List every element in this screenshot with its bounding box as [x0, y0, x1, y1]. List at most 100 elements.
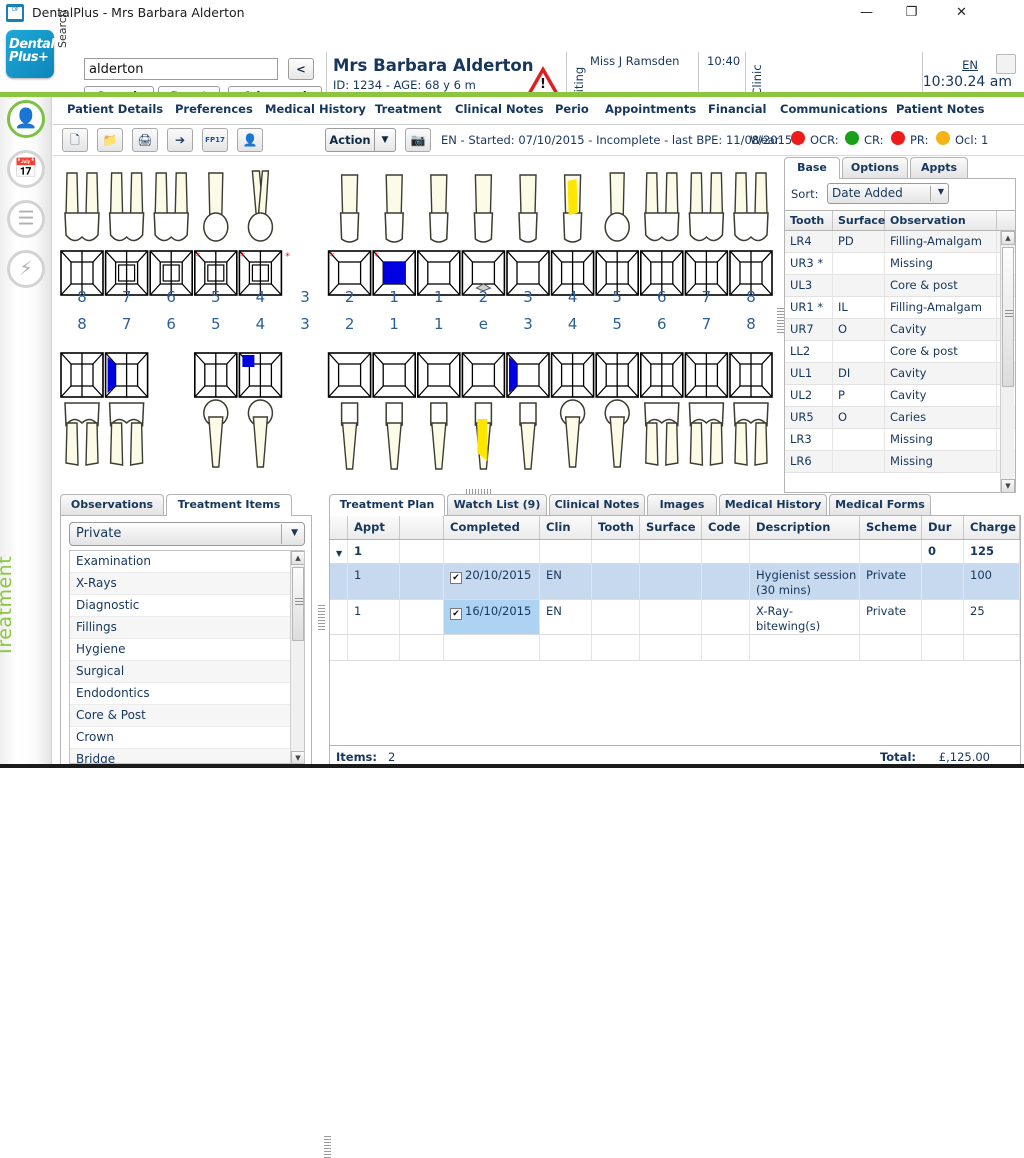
observation-row[interactable]: UR3 *Missing	[785, 253, 1015, 275]
observation-row[interactable]: LL2Core & post	[785, 341, 1015, 363]
treatment-items-list[interactable]: ExaminationX-RaysDiagnosticFillingsHygie…	[69, 550, 305, 764]
tab-medical-forms[interactable]: Medical Forms	[829, 494, 931, 516]
scroll-down-icon[interactable]: ▼	[1001, 479, 1015, 493]
lower-surface-box-2-6[interactable]	[329, 353, 371, 397]
treatment-item[interactable]: Endodontics	[70, 683, 304, 705]
nav-tab-communications[interactable]: Communications	[780, 102, 888, 116]
treatment-item[interactable]: Diagnostic	[70, 595, 304, 617]
upper-tooth-6-13[interactable]	[645, 173, 679, 241]
previous-patient-button[interactable]: <	[288, 58, 314, 80]
observation-row[interactable]: UR1 *ILFilling-Amalgam	[785, 297, 1015, 319]
rail-item-records[interactable]: ☰	[7, 200, 45, 238]
lower-tooth-4-11[interactable]	[561, 400, 585, 467]
lower-surface-box-1-7[interactable]	[373, 353, 415, 397]
vertical-splitter[interactable]	[318, 604, 325, 630]
observations-scrollbar[interactable]: ▲ ▼	[1000, 231, 1014, 493]
treatment-item[interactable]: Core & Post	[70, 705, 304, 727]
treatment-plan-scroll-grip[interactable]	[324, 1134, 331, 1158]
upper-tooth-6-2[interactable]	[154, 173, 188, 241]
lower-surface-box-8-15[interactable]	[730, 353, 772, 397]
upper-tooth-8-15[interactable]	[734, 173, 768, 241]
cell-completed[interactable]: ✔16/10/2015	[444, 600, 540, 634]
nav-tab-appointments[interactable]: Appointments	[605, 102, 696, 116]
open-folder-button[interactable]: 📁	[97, 128, 123, 152]
upper-tooth-4-11[interactable]	[564, 175, 582, 242]
upper-tooth-8-0[interactable]	[65, 173, 99, 241]
observation-row[interactable]: LR3Missing	[785, 429, 1015, 451]
tab-observations[interactable]: Observations	[60, 494, 164, 516]
treatment-item[interactable]: Hygiene	[70, 639, 304, 661]
rail-item-quick-actions[interactable]: ⚡	[7, 250, 45, 288]
observation-row[interactable]: UR7OCavity	[785, 319, 1015, 341]
language-indicator[interactable]: EN	[962, 58, 978, 72]
lower-tooth-6-13[interactable]	[645, 403, 679, 465]
lower-surface-box-5-3[interactable]	[195, 353, 237, 397]
lower-surface-box-7-1[interactable]	[106, 353, 148, 397]
tab-base[interactable]: Base	[784, 157, 840, 179]
upper-tooth-5-12[interactable]	[605, 173, 629, 241]
treatment-item[interactable]: Fillings	[70, 617, 304, 639]
tab-watch-list[interactable]: Watch List (9)	[447, 494, 547, 516]
observation-row[interactable]: UR5OCaries	[785, 407, 1015, 429]
rail-item-patient[interactable]: 👤	[7, 100, 45, 138]
nav-tab-preferences[interactable]: Preferences	[175, 102, 253, 116]
treatment-item[interactable]: Surgical	[70, 661, 304, 683]
lower-tooth-4-4[interactable]	[248, 400, 272, 467]
lower-tooth-8-15[interactable]	[734, 403, 768, 465]
tab-treatment-items[interactable]: Treatment Items	[166, 494, 292, 516]
lower-tooth-e-9[interactable]	[475, 403, 491, 469]
tab-images[interactable]: Images	[647, 494, 717, 516]
scheme-dropdown[interactable]: Private ▼	[69, 522, 305, 546]
camera-button[interactable]: 📷	[405, 128, 431, 152]
lower-surface-box-1-8[interactable]	[418, 353, 460, 397]
action-dropdown-arrow[interactable]: ▼	[374, 128, 396, 152]
treatment-item[interactable]: Examination	[70, 551, 304, 573]
upper-tooth-1-7[interactable]	[385, 175, 403, 242]
search-input[interactable]	[84, 58, 278, 80]
sort-dropdown[interactable]: Date Added ▼	[827, 183, 949, 204]
lower-surface-box-7-14[interactable]	[685, 353, 727, 397]
scroll-down-icon[interactable]: ▼	[291, 751, 305, 764]
upper-tooth-1-8[interactable]	[430, 175, 448, 242]
notification-button[interactable]	[996, 54, 1016, 74]
lower-surface-box-6-13[interactable]	[641, 353, 683, 397]
upper-tooth-4-4[interactable]	[248, 171, 272, 241]
lower-surface-box-4-4[interactable]	[239, 353, 281, 397]
nav-tab-patient-details[interactable]: Patient Details	[67, 102, 163, 116]
lower-tooth-5-3[interactable]	[204, 400, 228, 467]
upper-tooth-2-6[interactable]	[341, 175, 359, 242]
lower-surface-box-8-0[interactable]	[61, 353, 103, 397]
lower-tooth-1-8[interactable]	[431, 403, 447, 469]
tab-options[interactable]: Options	[842, 157, 908, 179]
tab-treatment-plan[interactable]: Treatment Plan	[329, 494, 445, 516]
observation-row[interactable]: LR4PDFilling-Amalgam	[785, 231, 1015, 253]
rail-item-calendar[interactable]: 📅	[7, 150, 45, 188]
observation-row[interactable]: UL1DICavity	[785, 363, 1015, 385]
export-button[interactable]: ➔	[167, 128, 193, 152]
scroll-thumb[interactable]	[1002, 247, 1014, 387]
print-button[interactable]: 🖨	[132, 128, 158, 152]
nav-tab-clinical-notes[interactable]: Clinical Notes	[455, 102, 544, 116]
action-button[interactable]: Action	[325, 128, 375, 152]
patient-transfer-button[interactable]: 👤	[237, 128, 263, 152]
upper-tooth-7-1[interactable]	[110, 173, 144, 241]
completed-checkbox[interactable]: ✔	[450, 608, 462, 620]
lower-tooth-5-12[interactable]	[605, 400, 629, 467]
treatment-plan-row[interactable]: 1✔16/10/2015ENX-Ray- bitewing(s)Private2…	[330, 600, 1020, 635]
lower-surface-box-e-9[interactable]	[462, 353, 504, 397]
fp17-button[interactable]: FP17	[202, 128, 228, 152]
lower-tooth-2-6[interactable]	[342, 403, 358, 469]
lower-tooth-1-7[interactable]	[386, 403, 402, 469]
close-button[interactable]: ✕	[939, 0, 984, 26]
scroll-up-icon[interactable]: ▲	[1001, 231, 1015, 245]
items-scrollbar[interactable]: ▲ ▼	[290, 551, 304, 764]
cell-completed[interactable]: ✔20/10/2015	[444, 564, 540, 599]
tab-appts[interactable]: Appts	[910, 157, 968, 179]
observation-row[interactable]: LR6Missing	[785, 451, 1015, 473]
lower-tooth-7-1[interactable]	[110, 403, 144, 465]
upper-tooth-5-3[interactable]	[204, 173, 228, 241]
lower-tooth-8-0[interactable]	[65, 403, 99, 465]
treatment-plan-empty-row[interactable]	[330, 635, 1020, 661]
dental-chart[interactable]: *****8765432112345678876543211e345678	[53, 157, 776, 493]
scroll-thumb[interactable]	[292, 567, 304, 641]
